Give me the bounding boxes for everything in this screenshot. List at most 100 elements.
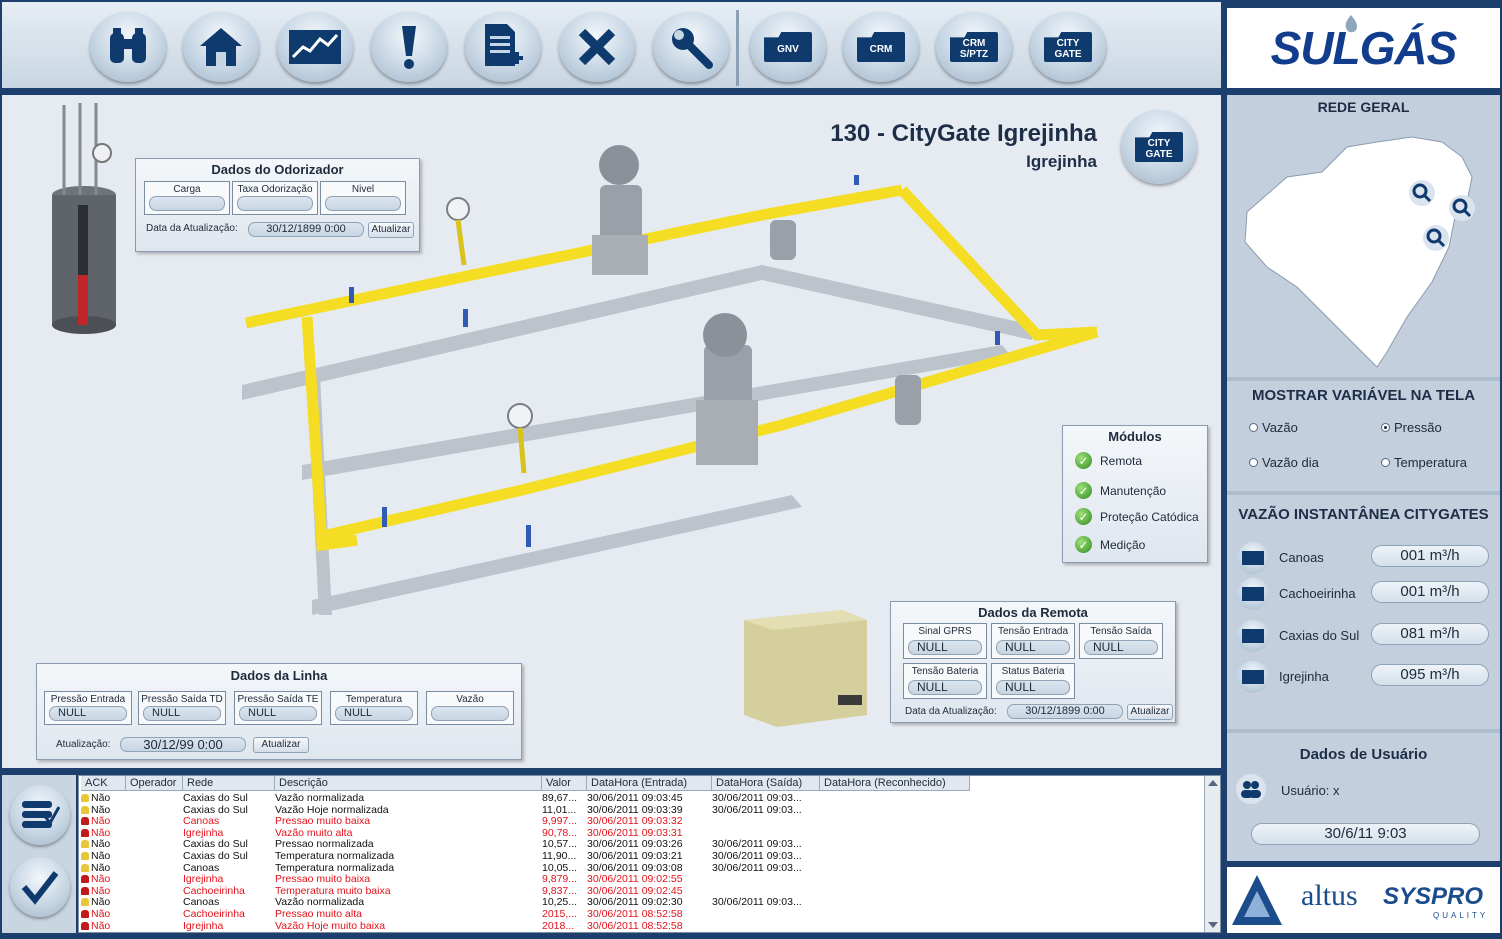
checkmark-icon bbox=[21, 871, 59, 905]
ack-text: Não bbox=[91, 862, 111, 874]
alarm-actions bbox=[2, 775, 76, 933]
table-cell-out: 30/06/2011 09:03... bbox=[712, 851, 802, 862]
vazao-title: VAZÃO INSTANTÂNEA CITYGATES bbox=[1238, 506, 1489, 523]
column-header[interactable]: Valor bbox=[542, 776, 587, 791]
flow-name: Cachoeirinha bbox=[1279, 586, 1356, 601]
table-row[interactable]: Não Igrejinha Pressao muito baixa 9,879... 3… bbox=[79, 874, 1204, 886]
gnv-button[interactable]: GNV bbox=[750, 12, 826, 82]
zoom-in-icon[interactable] bbox=[1408, 179, 1436, 207]
table-cell-valor: 11,90... bbox=[542, 851, 577, 862]
radio-temperatura[interactable]: Temperatura bbox=[1381, 455, 1467, 470]
ack-text: Não bbox=[91, 827, 111, 839]
binoculars-button[interactable] bbox=[90, 12, 166, 82]
table-cell-valor: 9,837... bbox=[542, 885, 578, 897]
user-value: x bbox=[1333, 783, 1340, 798]
ack-text: Não bbox=[91, 793, 111, 804]
radio-vazao[interactable]: Vazão bbox=[1249, 420, 1298, 435]
table-row[interactable]: Não Canoas Vazão normalizada 10,25... 30/06/… bbox=[79, 897, 1204, 909]
table-cell-in: 30/06/2011 09:03:45 bbox=[587, 793, 683, 804]
ack-text: Não bbox=[91, 816, 111, 828]
table-row[interactable]: Não Igrejinha Vazão muito alta 90,78... 30/0… bbox=[79, 828, 1204, 840]
table-row[interactable]: Não Canoas Pressao muito baixa 9,997... 30/0… bbox=[79, 816, 1204, 828]
tensao-bateria-field: Tensão Bateria NULL bbox=[903, 663, 987, 699]
tools-button[interactable] bbox=[653, 12, 729, 82]
city-gate-nav-button[interactable]: CITY GATE bbox=[1121, 110, 1197, 184]
flow-name: Caxias do Sul bbox=[1279, 628, 1360, 643]
pressao-saida-td-field: Pressão Saída TD NULL bbox=[138, 691, 226, 725]
bell-icon bbox=[81, 921, 89, 930]
syspro-logo-text: SYSPRO bbox=[1383, 883, 1484, 910]
column-header[interactable]: DataHora (Entrada) bbox=[587, 776, 712, 791]
table-cell-desc: Pressao muito baixa bbox=[275, 874, 371, 886]
column-header[interactable]: ACK bbox=[81, 776, 126, 791]
remote-update-button[interactable]: Atualizar bbox=[1127, 704, 1173, 720]
table-cell-valor: 9,879... bbox=[542, 874, 578, 886]
radio-label: Vazão dia bbox=[1262, 455, 1319, 470]
city-gate-button[interactable]: CITY GATE bbox=[1030, 12, 1106, 82]
crm-sptz-button[interactable]: CRM S/PTZ bbox=[936, 12, 1012, 82]
scroll-down-icon[interactable] bbox=[1208, 922, 1218, 928]
table-cell-desc: Pressao normalizada bbox=[275, 839, 374, 851]
carga-field: Carga bbox=[144, 181, 230, 215]
table-row[interactable]: Não Caxias do Sul Pressao normalizada 10,57… bbox=[79, 839, 1204, 851]
folder-label: CRM bbox=[962, 38, 986, 49]
line-update-button[interactable]: Atualizar bbox=[253, 737, 309, 753]
column-header[interactable]: DataHora (Reconhecido) bbox=[820, 776, 970, 791]
table-cell-desc: Vazão normalizada bbox=[275, 793, 365, 804]
flow-name: Canoas bbox=[1279, 550, 1324, 565]
report-button[interactable] bbox=[465, 12, 541, 82]
radio-label: Temperatura bbox=[1394, 455, 1467, 470]
folder-label-2: GATE bbox=[1054, 49, 1082, 60]
update-value: 30/12/1899 0:00 bbox=[1007, 704, 1123, 719]
tensao-entrada-field: Tensão Entrada NULL bbox=[991, 623, 1075, 659]
odorizer-panel: Dados do Odorizador Carga Taxa Odorizaçã… bbox=[135, 158, 420, 252]
column-header[interactable]: Rede bbox=[183, 776, 275, 791]
trend-button[interactable] bbox=[277, 12, 353, 82]
flow-cachoeirinha[interactable]: Cachoeirinha 001 m³/h bbox=[1237, 578, 1490, 610]
bell-icon bbox=[81, 863, 89, 872]
table-row[interactable]: Não Caxias do Sul Temperatura normalizada 1… bbox=[79, 851, 1204, 863]
bell-icon bbox=[81, 875, 89, 884]
module-label: Proteção Catódica bbox=[1100, 509, 1199, 524]
odorizer-update-button[interactable]: Atualizar bbox=[368, 222, 414, 238]
flow-canoas[interactable]: Canoas 001 m³/h bbox=[1237, 542, 1490, 574]
ack-button[interactable] bbox=[10, 857, 70, 917]
radio-pressao[interactable]: Pressão bbox=[1381, 420, 1442, 435]
remote-panel: Dados da Remota Sinal GPRS NULL Tensão E… bbox=[890, 601, 1176, 723]
table-cell-desc: Temperatura normalizada bbox=[275, 851, 395, 862]
binoculars-icon bbox=[110, 28, 146, 63]
close-button[interactable] bbox=[559, 12, 635, 82]
field-value: NULL bbox=[335, 706, 413, 721]
column-header[interactable]: DataHora (Saída) bbox=[712, 776, 820, 791]
flow-igrejinha[interactable]: Igrejinha 095 m³/h bbox=[1237, 661, 1490, 693]
radio-vazao-dia[interactable]: Vazão dia bbox=[1249, 455, 1319, 470]
radio-label: Pressão bbox=[1394, 420, 1442, 435]
zoom-in-icon[interactable] bbox=[1448, 194, 1476, 222]
alarm-scrollbar[interactable] bbox=[1204, 776, 1220, 932]
table-row[interactable]: Não Caxias do Sul Vazão Hoje normalizada 11… bbox=[79, 805, 1204, 817]
table-row[interactable]: Não Caxias do Sul Vazão normalizada 89,67..… bbox=[79, 793, 1204, 805]
vazao-instantanea-section: VAZÃO INSTANTÂNEA CITYGATES Canoas 001 m… bbox=[1227, 495, 1500, 729]
flow-caxias-do-sul[interactable]: Caxias do Sul 081 m³/h bbox=[1237, 620, 1490, 652]
table-row[interactable]: Não Canoas Temperatura normalizada 10,05...… bbox=[79, 863, 1204, 875]
table-cell-rede: Cachoeirinha bbox=[183, 909, 245, 920]
modules-panel: Módulos ✓ Remota ✓ Manutenção ✓ Proteção Ca… bbox=[1062, 425, 1208, 563]
table-cell-rede: Canoas bbox=[183, 816, 220, 828]
field-label: Pressão Entrada bbox=[50, 694, 126, 705]
check-icon: ✓ bbox=[1075, 536, 1092, 553]
zoom-in-icon[interactable] bbox=[1422, 224, 1450, 252]
scroll-up-icon[interactable] bbox=[1208, 780, 1218, 786]
column-header[interactable]: Descrição bbox=[275, 776, 542, 791]
field-value bbox=[431, 706, 509, 721]
table-row[interactable]: Não Igrejinha Vazão Hoje muito baixa 2018..… bbox=[79, 921, 1204, 932]
crm-button[interactable]: CRM bbox=[843, 12, 919, 82]
table-cell-ack: Não bbox=[81, 863, 126, 875]
flow-value: 001 m³/h bbox=[1371, 581, 1489, 603]
column-header[interactable]: Operador bbox=[126, 776, 183, 791]
field-value bbox=[325, 196, 401, 211]
home-button[interactable] bbox=[183, 12, 259, 82]
table-row[interactable]: Não Cachoeirinha Temperatura muito baixa 9,… bbox=[79, 886, 1204, 898]
ack-all-button[interactable] bbox=[10, 785, 70, 845]
alarm-button[interactable] bbox=[371, 12, 447, 82]
table-row[interactable]: Não Cachoeirinha Pressao muito alta 2015,..… bbox=[79, 909, 1204, 921]
